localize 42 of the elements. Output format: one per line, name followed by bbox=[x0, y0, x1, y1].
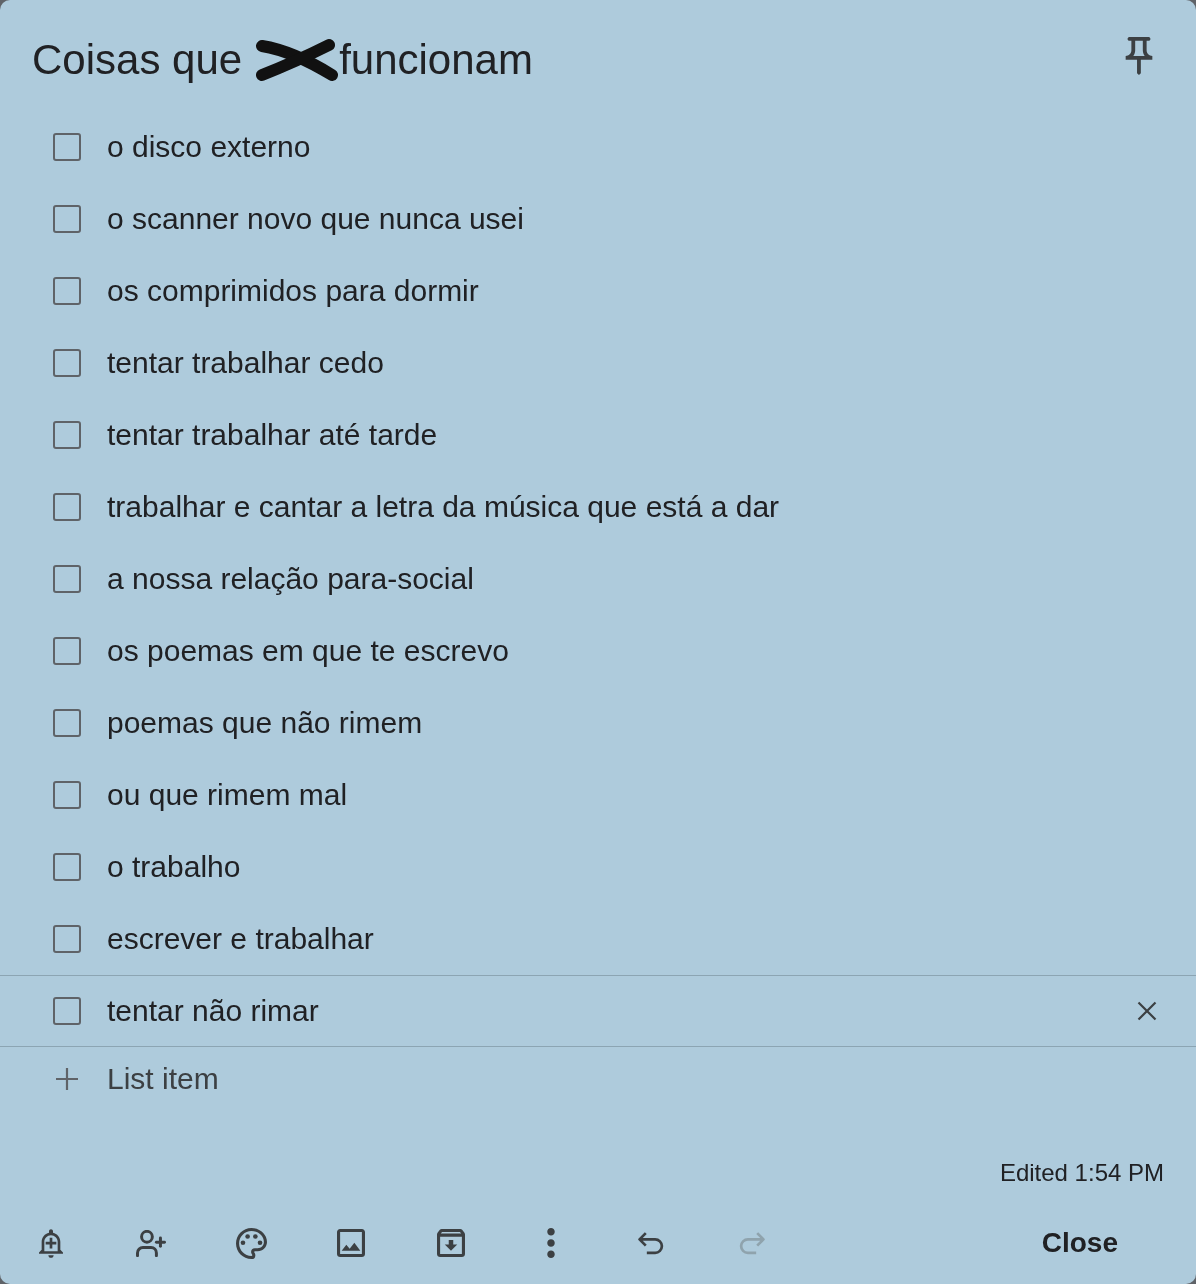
focused-item-row[interactable]: tentar não rimar bbox=[0, 975, 1196, 1047]
item-text: o trabalho bbox=[107, 849, 242, 885]
checkbox[interactable] bbox=[53, 493, 81, 521]
item-text: os poemas em que te escrevo bbox=[107, 633, 510, 669]
item-text: ou que rimem mal bbox=[107, 777, 349, 813]
add-item-field[interactable]: List item bbox=[107, 1059, 507, 1099]
bell-plus-icon[interactable] bbox=[39, 1228, 63, 1258]
checkbox[interactable] bbox=[53, 709, 81, 737]
checkbox[interactable] bbox=[53, 853, 81, 881]
person-add-icon[interactable] bbox=[136, 1229, 166, 1257]
item-text: tentar não rimar bbox=[107, 993, 320, 1029]
item-text: o disco externo bbox=[107, 129, 312, 165]
close-button[interactable]: Close bbox=[1017, 1219, 1142, 1267]
checkbox[interactable] bbox=[53, 277, 81, 305]
item-text: tentar trabalhar cedo bbox=[107, 345, 385, 381]
edited-time: Edited 1:54 PM bbox=[999, 1158, 1164, 1188]
close-icon[interactable] bbox=[1137, 1001, 1157, 1021]
checkbox[interactable] bbox=[53, 637, 81, 665]
image-icon[interactable] bbox=[337, 1229, 365, 1257]
item-text: os comprimidos para dormir bbox=[107, 273, 480, 309]
item-text: trabalhar e cantar a letra da música que está a dar bbox=[107, 489, 781, 525]
checkbox[interactable] bbox=[53, 925, 81, 953]
checkbox[interactable] bbox=[53, 205, 81, 233]
plus-icon bbox=[56, 1068, 78, 1090]
item-text: a nossa relação para-social bbox=[107, 561, 475, 597]
checkbox[interactable] bbox=[53, 421, 81, 449]
item-text: o scanner novo que nunca usei bbox=[107, 201, 525, 237]
checkbox[interactable] bbox=[53, 997, 81, 1025]
archive-icon[interactable] bbox=[437, 1229, 465, 1257]
more-icon[interactable] bbox=[547, 1228, 555, 1258]
note-title: funcionam bbox=[339, 35, 533, 85]
note-title: Coisas que bbox=[32, 35, 243, 85]
item-text: poemas que não rimem bbox=[107, 705, 424, 741]
checkbox[interactable] bbox=[53, 565, 81, 593]
pin-icon[interactable] bbox=[1125, 37, 1153, 77]
checkbox[interactable] bbox=[53, 133, 81, 161]
palette-icon[interactable] bbox=[235, 1227, 267, 1259]
checkbox[interactable] bbox=[53, 781, 81, 809]
undo-icon[interactable] bbox=[637, 1231, 665, 1255]
item-text: escrever e trabalhar bbox=[107, 921, 375, 957]
item-text: tentar trabalhar até tarde bbox=[107, 417, 439, 453]
checkbox[interactable] bbox=[53, 349, 81, 377]
